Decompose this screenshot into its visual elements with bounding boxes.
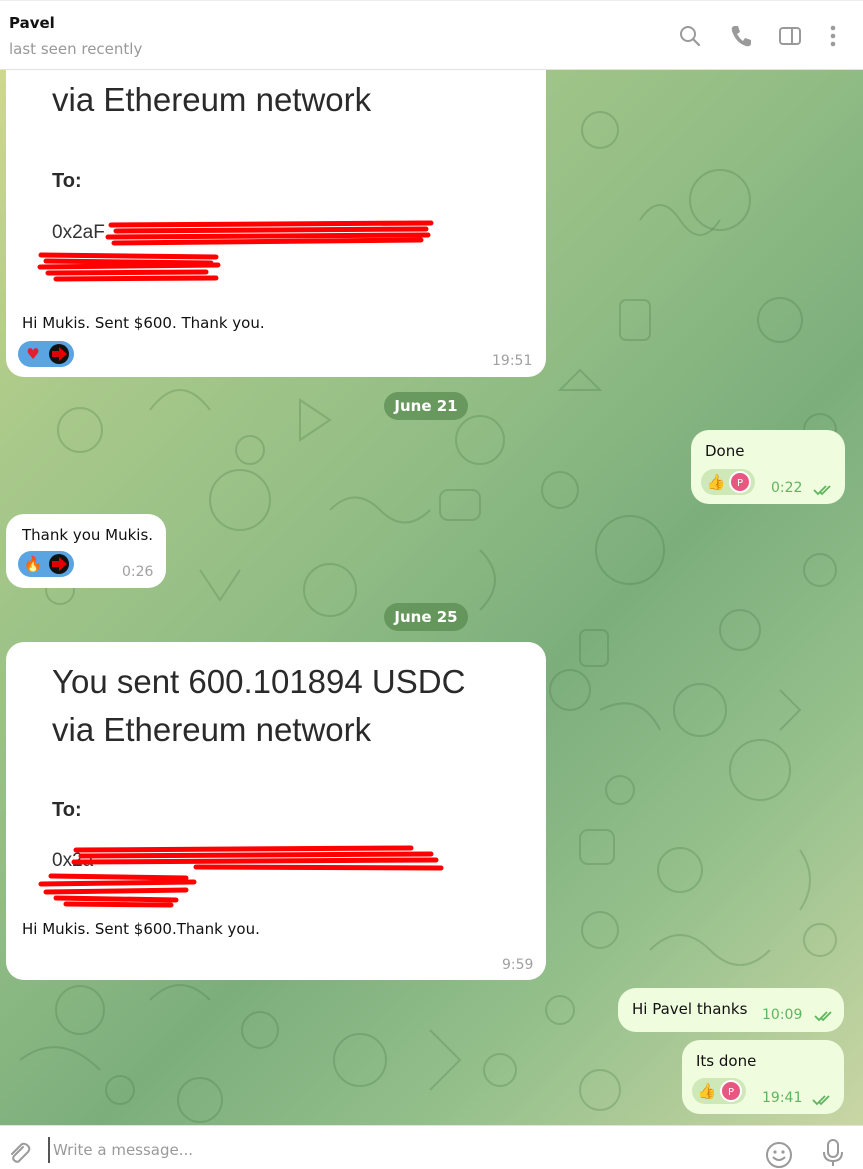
incoming-message[interactable]: Thank you Mukis. 🔥 0:26 <box>6 514 166 588</box>
message-time: 19:51 <box>492 353 533 369</box>
chat-header: Pavel last seen recently <box>0 0 863 70</box>
reactor-avatar: P <box>720 1080 742 1102</box>
incoming-message[interactable]: via Ethereum network To: 0x2aF Hi Mukis.… <box>6 70 546 377</box>
outgoing-message[interactable]: Hi Pavel thanks 10:09 <box>618 988 844 1032</box>
arrow-reaction[interactable] <box>48 553 70 575</box>
reactions[interactable]: 👍 P <box>701 469 755 495</box>
phone-icon[interactable] <box>728 23 754 49</box>
contact-status: last seen recently <box>9 40 143 58</box>
more-icon[interactable] <box>822 23 848 49</box>
to-label: To: <box>52 170 82 192</box>
message-time: 9:59 <box>502 957 534 973</box>
thumbs-up-reaction[interactable]: 👍 <box>705 471 727 493</box>
microphone-icon[interactable] <box>820 1138 846 1168</box>
fire-reaction[interactable]: 🔥 <box>22 553 44 575</box>
redaction-scribble <box>38 845 444 908</box>
message-caption: Hi Mukis. Sent $600. Thank you. <box>22 314 265 332</box>
heart-reaction[interactable]: ♥ <box>22 343 44 365</box>
outgoing-message[interactable]: Its done 👍 P 19:41 <box>682 1040 844 1114</box>
thumbs-up-reaction[interactable]: 👍 <box>696 1080 718 1102</box>
double-check-icon <box>814 1011 832 1022</box>
attach-icon[interactable] <box>6 1140 32 1166</box>
chat-history[interactable]: via Ethereum network To: 0x2aF Hi Mukis.… <box>0 70 863 1125</box>
redaction-scribble <box>37 220 434 282</box>
message-text: Done <box>705 442 745 460</box>
date-separator: June 21 <box>384 392 468 420</box>
reactor-avatar: P <box>729 471 751 493</box>
message-caption: Hi Mukis. Sent $600.Thank you. <box>22 920 260 938</box>
reactions[interactable]: 👍 P <box>692 1078 746 1104</box>
double-check-icon <box>812 1095 830 1106</box>
incoming-message[interactable]: You sent 600.101894 USDC via Ethereum ne… <box>6 642 546 980</box>
message-time: 19:41 <box>762 1090 803 1106</box>
reactions[interactable]: ♥ <box>18 341 74 367</box>
date-separator: June 25 <box>384 603 468 631</box>
reactions[interactable]: 🔥 <box>18 551 74 577</box>
arrow-reaction[interactable] <box>48 343 70 365</box>
message-input[interactable] <box>48 1137 698 1163</box>
message-time: 0:22 <box>771 480 803 496</box>
message-composer <box>0 1125 863 1169</box>
search-icon[interactable] <box>677 23 703 49</box>
message-time: 10:09 <box>762 1007 803 1023</box>
payment-text-line: via Ethereum network <box>52 81 372 118</box>
emoji-icon[interactable] <box>764 1140 794 1169</box>
payment-text-line: via Ethereum network <box>52 711 372 748</box>
to-label: To: <box>52 799 82 821</box>
message-time: 0:26 <box>122 564 154 580</box>
payment-text-line: You sent 600.101894 USDC <box>52 663 466 700</box>
message-text: Its done <box>696 1052 757 1070</box>
double-check-icon <box>813 485 831 496</box>
contact-name[interactable]: Pavel <box>9 14 55 32</box>
outgoing-message[interactable]: Done 👍 P 0:22 <box>691 430 845 504</box>
sidebar-toggle-icon[interactable] <box>777 23 803 49</box>
message-text: Hi Pavel thanks <box>632 1000 748 1018</box>
message-text: Thank you Mukis. <box>22 526 154 544</box>
